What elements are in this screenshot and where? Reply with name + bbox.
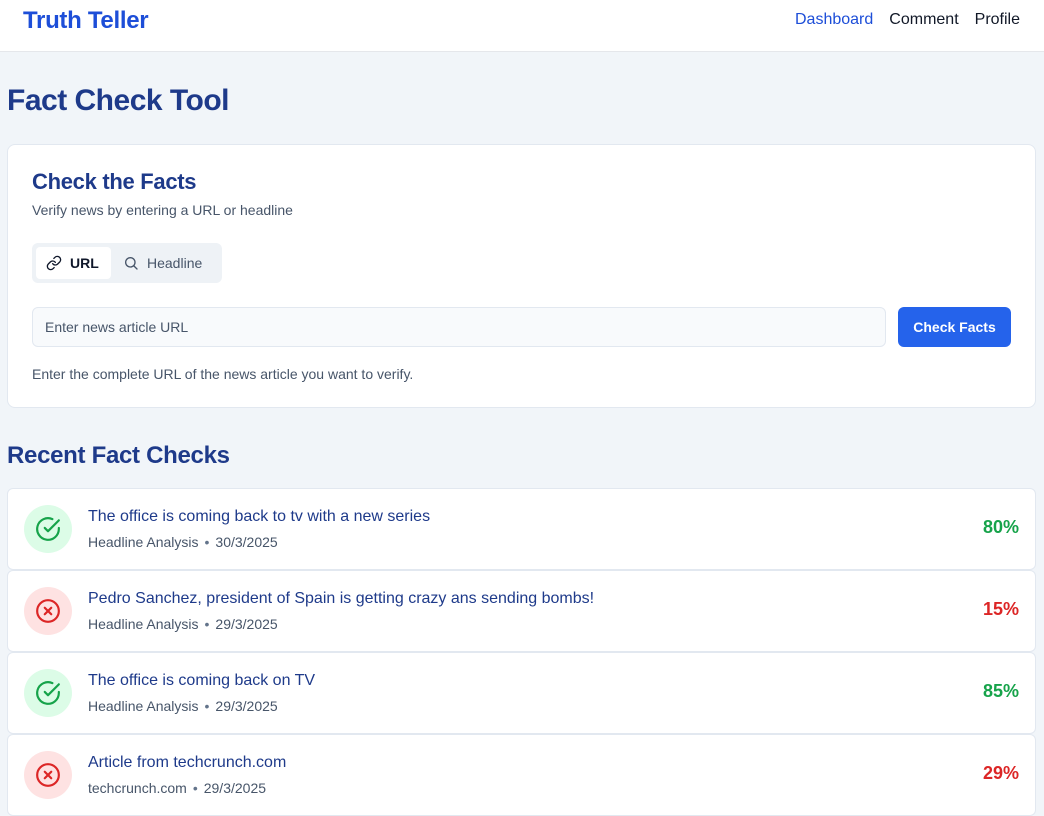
fact-check-item[interactable]: The office is coming back to tv with a n…	[7, 488, 1036, 570]
search-icon	[123, 255, 139, 271]
item-title: Pedro Sanchez, president of Spain is get…	[88, 590, 595, 607]
item-score: 29%	[982, 763, 1019, 783]
item-score: 15%	[982, 599, 1019, 619]
nav-dashboard[interactable]: Dashboard	[795, 10, 873, 30]
item-title: The office is coming back to tv with a n…	[88, 508, 431, 525]
brand-logo[interactable]: Truth Teller	[23, 7, 149, 35]
item-source: Headline Analysis	[88, 616, 199, 632]
check-facts-card: Check the Facts Verify news by entering …	[7, 144, 1036, 408]
navbar: Truth Teller Dashboard Comment Profile	[0, 0, 1044, 52]
item-meta: techcrunch.com • 29/3/2025	[88, 780, 266, 796]
check-circle-icon	[24, 505, 72, 553]
separator-dot: •	[204, 616, 210, 632]
fact-check-item[interactable]: Article from techcrunch.com techcrunch.c…	[7, 734, 1036, 816]
item-date: 29/3/2025	[215, 698, 278, 714]
separator-dot: •	[204, 534, 210, 550]
card-title: Check the Facts	[32, 169, 197, 194]
item-date: 30/3/2025	[215, 534, 278, 550]
url-input[interactable]	[32, 307, 886, 347]
item-date: 29/3/2025	[203, 780, 267, 796]
fact-check-item[interactable]: Pedro Sanchez, president of Spain is get…	[7, 570, 1036, 652]
item-score: 80%	[982, 517, 1019, 537]
tab-headline-label: Headline	[147, 255, 203, 271]
page-title: Fact Check Tool	[7, 84, 229, 117]
separator-dot: •	[204, 698, 210, 714]
separator-dot: •	[192, 780, 198, 796]
item-source: techcrunch.com	[88, 780, 187, 796]
recent-fact-checks-title: Recent Fact Checks	[7, 442, 230, 469]
helper-text: Enter the complete URL of the news artic…	[32, 366, 414, 382]
fact-check-item[interactable]: The office is coming back on TV Headline…	[7, 652, 1036, 734]
item-date: 29/3/2025	[215, 616, 278, 632]
item-meta: Headline Analysis • 30/3/2025	[88, 534, 278, 550]
nav-links: Dashboard Comment Profile	[795, 10, 1020, 30]
item-title: The office is coming back on TV	[88, 672, 316, 689]
item-title: Article from techcrunch.com	[88, 754, 287, 771]
item-source: Headline Analysis	[88, 534, 199, 550]
link-icon	[46, 255, 62, 271]
nav-comment[interactable]: Comment	[889, 10, 958, 30]
check-circle-icon	[24, 669, 72, 717]
nav-profile[interactable]: Profile	[975, 10, 1020, 30]
tab-url-label: URL	[70, 255, 99, 271]
x-circle-icon	[24, 751, 72, 799]
item-score: 85%	[982, 681, 1019, 701]
mode-tabs: URL Headline	[32, 243, 222, 283]
card-subtitle: Verify news by entering a URL or headlin…	[32, 202, 293, 218]
item-source: Headline Analysis	[88, 698, 199, 714]
x-circle-icon	[24, 587, 72, 635]
tab-headline[interactable]: Headline	[113, 247, 218, 279]
check-facts-button[interactable]: Check Facts	[898, 307, 1011, 347]
tab-url[interactable]: URL	[36, 247, 111, 279]
item-meta: Headline Analysis • 29/3/2025	[88, 698, 278, 714]
item-meta: Headline Analysis • 29/3/2025	[88, 616, 278, 632]
